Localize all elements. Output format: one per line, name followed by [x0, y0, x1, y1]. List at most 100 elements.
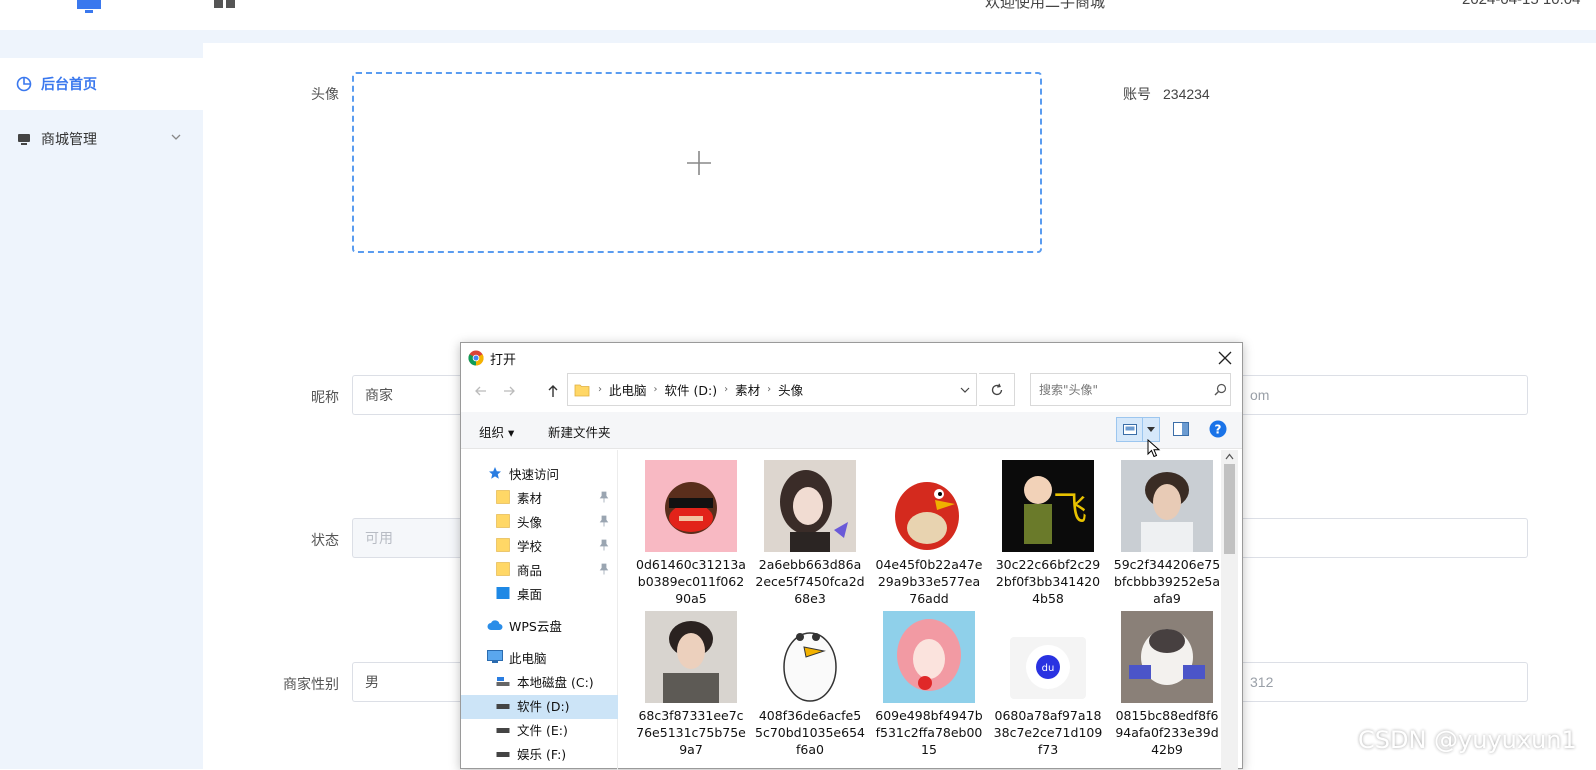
menu-toggle-icon[interactable]	[214, 0, 236, 8]
nav-folder-materials[interactable]: 素材	[495, 485, 615, 509]
file-item[interactable]: 2a6ebb663d86a2ece5f7450fca2d68e3	[755, 460, 865, 607]
email-input[interactable]: om	[1242, 375, 1528, 415]
search-input[interactable]: 搜索"头像"	[1030, 373, 1231, 406]
file-thumbnail-baidu-icon: du	[1002, 611, 1094, 703]
open-file-dialog: 打开 › 此电脑 › 软件 (D:) › 素材 › 头像 搜索"头像" 组织 ▾…	[460, 342, 1243, 770]
dialog-title-bar: 打开	[461, 343, 1242, 373]
nav-folder-avatar[interactable]: 头像	[495, 509, 615, 533]
nav-drive-d[interactable]: 软件 (D:)	[495, 693, 570, 717]
pie-chart-icon	[16, 76, 32, 92]
organize-button[interactable]: 组织 ▾	[479, 422, 514, 441]
file-name: 0d61460c31213ab0389ec011f06290a5	[636, 557, 746, 606]
file-thumbnail-boy-icon	[1121, 460, 1213, 552]
nickname-label: 昵称	[311, 389, 339, 405]
breadcrumb-drive-d[interactable]: 软件 (D:)	[665, 380, 718, 399]
drive-icon	[495, 745, 511, 761]
drive-icon	[495, 721, 511, 737]
nav-desktop[interactable]: 桌面	[495, 581, 542, 605]
avatar-upload-box[interactable]	[352, 72, 1042, 253]
chevron-down-icon	[171, 134, 181, 140]
nav-label: 快速访问	[509, 466, 560, 482]
pin-icon	[599, 515, 609, 527]
nav-folder-school[interactable]: 学校	[495, 533, 615, 557]
back-arrow-icon[interactable]	[473, 383, 489, 399]
file-item[interactable]: 04e45f0b22a47e29a9b33e577ea76add	[874, 460, 984, 607]
file-item[interactable]: 飞 30c22c66bf2c292bf0f3bb3414204b58	[993, 460, 1103, 607]
file-list: 0d61460c31213ab0389ec011f06290a5 2a6ebb6…	[631, 450, 1223, 770]
chevron-down-icon[interactable]	[960, 385, 970, 395]
breadcrumb-this-pc[interactable]: 此电脑	[609, 380, 647, 399]
breadcrumb-materials[interactable]: 素材	[735, 380, 760, 399]
nav-quick-access[interactable]: 快速访问	[487, 461, 559, 485]
nav-folder-products[interactable]: 商品	[495, 557, 615, 581]
file-item[interactable]: 408f36de6acfe55c70bd1035e654f6a0	[755, 611, 865, 758]
folder-icon	[574, 384, 590, 396]
file-thumbnail-angry-bird-icon	[883, 460, 975, 552]
sidebar-item-mall-management[interactable]: 商城管理	[0, 113, 203, 165]
help-icon[interactable]: ?	[1209, 420, 1227, 438]
file-name: 59c2f344206e75bfcbbb39252e5aafa9	[1113, 557, 1221, 606]
nickname-input[interactable]: 商家	[352, 375, 464, 415]
breadcrumb-separator-icon: ›	[653, 384, 658, 395]
nav-drive-e[interactable]: 文件 (E:)	[495, 717, 568, 741]
pin-icon	[599, 491, 609, 503]
up-arrow-icon[interactable]	[545, 383, 561, 399]
close-icon[interactable]	[1214, 347, 1236, 369]
file-item[interactable]: 0d61460c31213ab0389ec011f06290a5	[636, 460, 746, 607]
breadcrumb-avatar[interactable]: 头像	[778, 380, 803, 399]
chrome-icon	[468, 350, 484, 366]
account-label: 账号	[1123, 86, 1151, 102]
file-name: 408f36de6acfe55c70bd1035e654f6a0	[755, 708, 865, 757]
scroll-up-icon[interactable]	[1225, 453, 1234, 460]
monitor-logo-icon	[77, 0, 101, 13]
nav-drive-f[interactable]: 娱乐 (F:)	[495, 741, 566, 765]
file-thumbnail-pink-girl-icon	[883, 611, 975, 703]
nav-this-pc[interactable]: 此电脑	[487, 645, 547, 669]
sidebar-item-home[interactable]: 后台首页	[0, 58, 203, 110]
svg-text:?: ?	[1215, 423, 1222, 437]
right-input-2[interactable]	[1242, 518, 1528, 558]
drive-icon	[495, 673, 511, 689]
file-item[interactable]: 0815bc88edf8f694afa0f233e39d42b9	[1112, 611, 1222, 758]
drive-icon	[495, 697, 511, 713]
nav-label: 学校	[517, 538, 543, 554]
file-name: 68c3f87331ee7c76e5131c75b75e9a7	[636, 708, 746, 757]
scrollbar-thumb[interactable]	[1224, 464, 1235, 554]
breadcrumb-separator-icon: ›	[724, 384, 729, 395]
navigation-pane: 快速访问 素材 头像 学校 商品 桌面 WPS云盘 此电脑 本地磁盘 (C:) …	[461, 450, 618, 770]
forward-arrow-icon[interactable]	[501, 383, 517, 399]
file-thumbnail-young-man-icon	[645, 611, 737, 703]
phone-input[interactable]: 312	[1242, 662, 1528, 702]
nav-label: 商品	[517, 562, 543, 578]
new-folder-button[interactable]: 新建文件夹	[548, 422, 611, 441]
nav-label: 本地磁盘 (C:)	[517, 674, 594, 690]
file-item[interactable]: 59c2f344206e75bfcbbb39252e5aafa9	[1112, 460, 1222, 607]
refresh-button[interactable]	[979, 373, 1015, 406]
nav-label: 软件 (D:)	[517, 698, 570, 714]
pin-icon	[599, 539, 609, 551]
sidebar: 后台首页 商城管理	[0, 43, 203, 769]
address-bar[interactable]: › 此电脑 › 软件 (D:) › 素材 › 头像	[567, 373, 977, 406]
nav-label: WPS云盘	[509, 618, 562, 634]
file-item[interactable]: 68c3f87331ee7c76e5131c75b75e9a7	[636, 611, 746, 758]
thumbnail-char: 飞	[1053, 489, 1087, 529]
file-item[interactable]: 609e498bf4947bf531c2ffa78eb0015	[874, 611, 984, 758]
gender-input[interactable]: 男	[352, 662, 464, 702]
plus-icon	[687, 151, 711, 175]
nav-label: 桌面	[517, 586, 543, 602]
file-name: 04e45f0b22a47e29a9b33e577ea76add	[875, 557, 983, 606]
refresh-icon	[991, 383, 1002, 395]
folder-icon	[495, 489, 511, 505]
star-icon	[487, 465, 503, 481]
nav-drive-c[interactable]: 本地磁盘 (C:)	[495, 669, 594, 693]
status-input: 可用	[352, 518, 464, 558]
watermark-text: CSDN @yuyuxun1	[1358, 726, 1577, 754]
nav-wps-cloud[interactable]: WPS云盘	[487, 613, 562, 637]
account-info: 账号 234234	[1123, 84, 1210, 104]
nav-label: 此电脑	[509, 650, 547, 666]
preview-pane-icon[interactable]	[1173, 422, 1189, 436]
file-item[interactable]: du 0680a78af97a1838c7e2ce71d109f73	[993, 611, 1103, 758]
file-thumbnail-duck-icon	[764, 611, 856, 703]
file-thumbnail-cat-icon	[1121, 611, 1213, 703]
file-list-scrollbar[interactable]	[1221, 450, 1238, 770]
